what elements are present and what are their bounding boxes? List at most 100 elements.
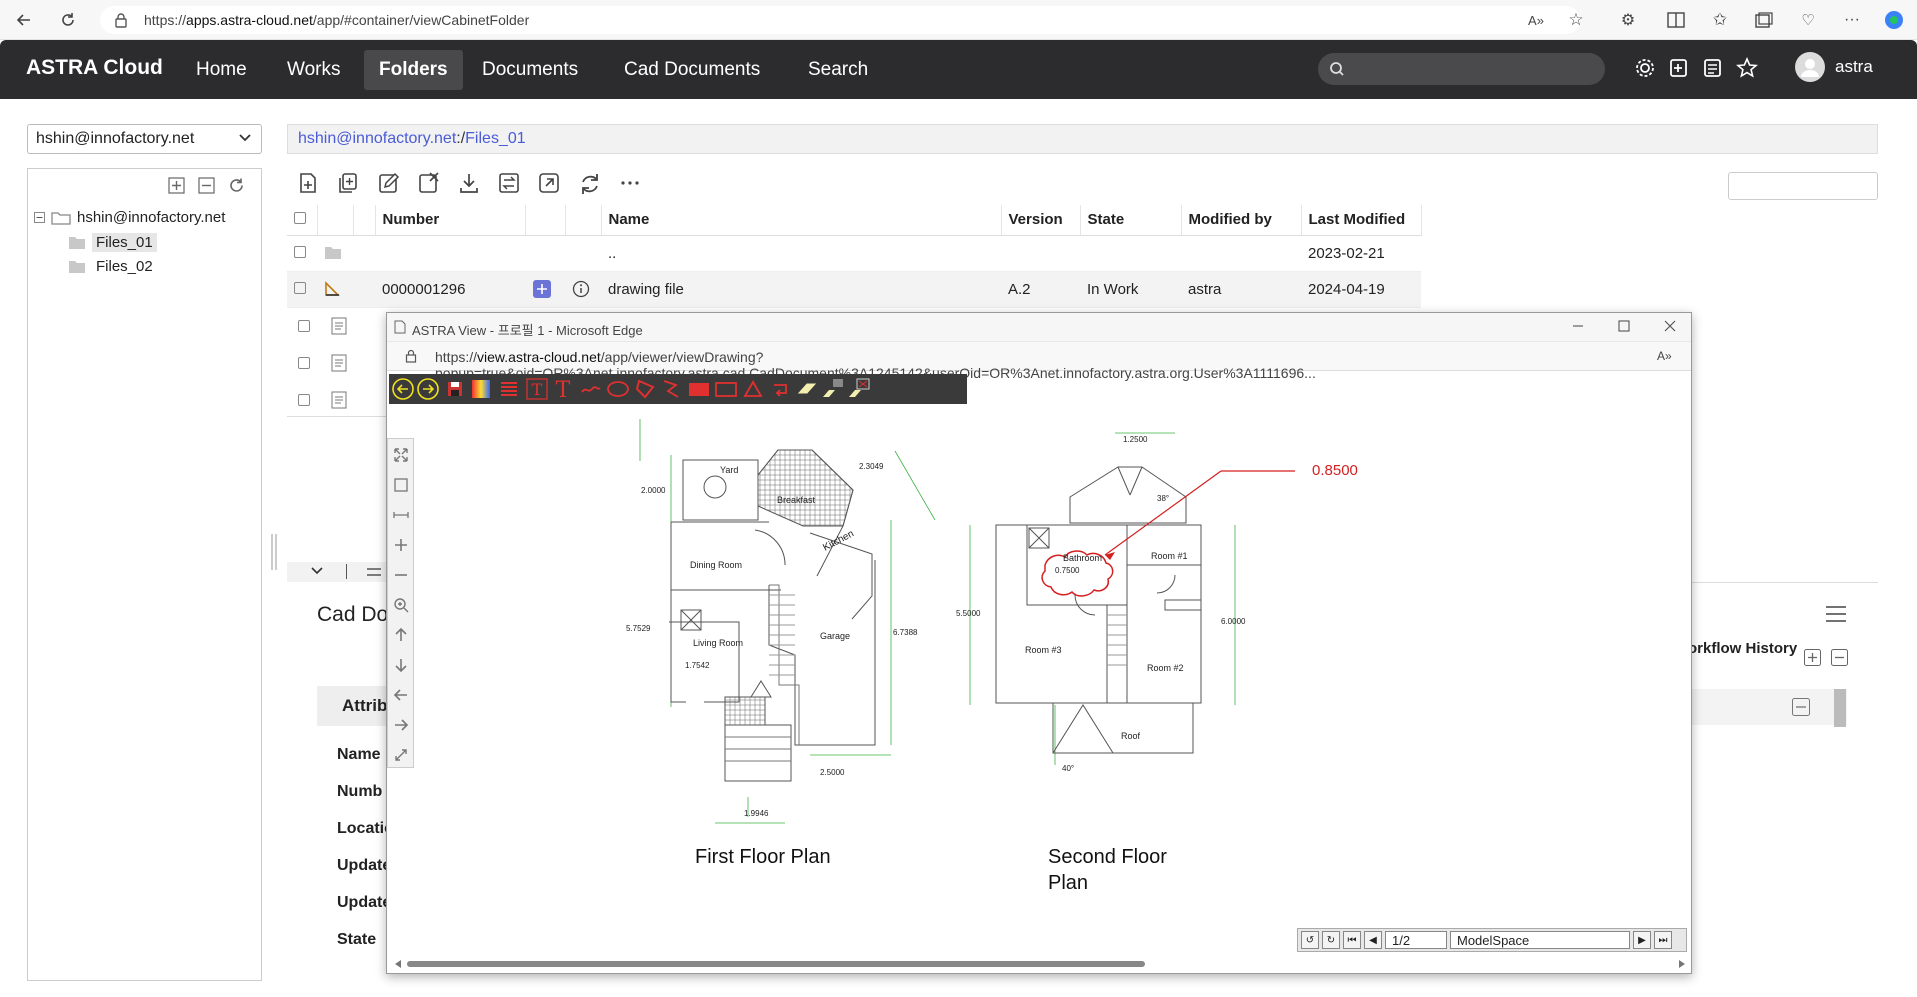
polyline-icon[interactable]	[659, 377, 683, 401]
download-icon[interactable]	[457, 171, 483, 197]
zoom-width-icon[interactable]	[391, 505, 411, 525]
cad-drawing-canvas[interactable]: Yard Breakfast Kitchen Dining Room Livin…	[415, 405, 1685, 952]
filter-input[interactable]	[1728, 172, 1878, 200]
pan-down-icon[interactable]	[391, 655, 411, 675]
fit-extents-icon[interactable]	[391, 445, 411, 465]
redo-arrow-icon[interactable]	[416, 377, 440, 401]
next-page-icon[interactable]: ▶	[1633, 931, 1651, 949]
table-row[interactable]: .. 2023-02-21	[287, 235, 1421, 272]
delete-file-icon[interactable]	[417, 171, 443, 197]
user-menu[interactable]: astra	[1795, 52, 1873, 82]
brand-logo[interactable]: ASTRA Cloud	[26, 56, 163, 80]
collapse-row-icon[interactable]	[1792, 698, 1810, 716]
popup-address-bar[interactable]: https://view.astra-cloud.net/app/viewer/…	[387, 341, 1691, 381]
address-bar[interactable]: https://apps.astra-cloud.net/app/#contai…	[100, 6, 1580, 34]
split-screen-icon[interactable]	[1664, 8, 1688, 32]
row-checkbox[interactable]	[298, 357, 310, 369]
zoom-window-icon[interactable]	[391, 475, 411, 495]
refresh-icon[interactable]	[56, 8, 80, 32]
nav-cad-documents[interactable]: Cad Documents	[609, 50, 775, 90]
first-page-icon[interactable]: ⏮	[1343, 931, 1361, 949]
breadcrumb-root[interactable]: hshin@innofactory.net	[298, 130, 456, 147]
back-icon[interactable]	[12, 8, 36, 32]
pane-splitter[interactable]	[271, 534, 277, 570]
nav-works[interactable]: Works	[272, 50, 355, 90]
line-weight-icon[interactable]	[497, 377, 521, 401]
row-checkbox[interactable]	[294, 281, 306, 294]
row-checkbox[interactable]	[298, 394, 310, 406]
nav-documents[interactable]: Documents	[467, 50, 593, 90]
info-icon[interactable]	[572, 280, 594, 298]
workflow-history-tab[interactable]: orkflow History	[1688, 640, 1797, 657]
eraser-page-icon[interactable]	[847, 377, 871, 401]
viewer-badge-icon[interactable]	[532, 279, 558, 299]
last-page-icon[interactable]: ⏭	[1654, 931, 1672, 949]
more-menu-icon[interactable]: ···	[1840, 8, 1864, 32]
extensions-icon[interactable]: ⚙	[1616, 8, 1640, 32]
settings-gear-icon[interactable]	[1634, 57, 1658, 81]
owner-select[interactable]: hshin@innofactory.net	[27, 124, 262, 154]
favorites-icon[interactable]: ✩	[1708, 8, 1732, 32]
text-box-icon[interactable]: T	[525, 377, 549, 401]
attributes-tab[interactable]: Attrib	[317, 686, 397, 726]
undo-arrow-icon[interactable]	[391, 377, 415, 401]
cell-name[interactable]: ..	[601, 235, 1001, 272]
col-name[interactable]: Name	[601, 205, 1002, 236]
row-checkbox[interactable]	[294, 245, 306, 258]
cloud-shape-icon[interactable]	[633, 377, 657, 401]
copilot-icon[interactable]	[1882, 8, 1906, 32]
magnifier-icon[interactable]	[391, 595, 411, 615]
expand-all-icon[interactable]	[168, 177, 185, 194]
rectangle-icon[interactable]	[714, 377, 738, 401]
select-all-checkbox[interactable]	[294, 212, 306, 225]
eraser-all-icon[interactable]	[821, 377, 845, 401]
col-number[interactable]: Number	[375, 205, 526, 236]
maximize-icon[interactable]	[1617, 319, 1631, 333]
new-file-icon[interactable]	[296, 171, 322, 197]
chevron-down-icon[interactable]	[311, 567, 323, 575]
markup-leader-line[interactable]	[1104, 470, 1222, 556]
task-list-icon[interactable]	[1702, 57, 1726, 81]
bookmark-star-icon[interactable]	[1736, 57, 1760, 81]
horizontal-scrollbar[interactable]	[395, 958, 1685, 970]
rotate-left-icon[interactable]: ↺	[1301, 931, 1319, 949]
restore-view-icon[interactable]	[391, 745, 411, 765]
table-row[interactable]: 0000001296 drawing file A.2 In Work astr…	[287, 271, 1421, 308]
close-icon[interactable]	[1663, 319, 1677, 333]
pan-left-icon[interactable]	[391, 685, 411, 705]
save-icon[interactable]	[443, 377, 467, 401]
copy-file-icon[interactable]	[336, 171, 362, 197]
read-aloud-icon[interactable]: A»	[1524, 8, 1548, 32]
remove-icon[interactable]	[1831, 649, 1848, 666]
col-version[interactable]: Version	[1001, 205, 1081, 236]
ellipse-icon[interactable]	[606, 377, 630, 401]
more-actions-icon[interactable]	[618, 171, 644, 197]
row-checkbox[interactable]	[298, 320, 310, 332]
nav-search[interactable]: Search	[793, 50, 883, 90]
move-icon[interactable]	[497, 171, 523, 197]
color-palette-icon[interactable]	[469, 377, 493, 401]
nav-home[interactable]: Home	[181, 50, 262, 90]
leader-arrow-icon[interactable]	[768, 377, 792, 401]
global-search-input[interactable]	[1318, 53, 1605, 85]
add-icon[interactable]	[1804, 649, 1821, 666]
pan-up-icon[interactable]	[391, 625, 411, 645]
panel-scrollbar[interactable]	[1834, 689, 1846, 727]
pan-right-icon[interactable]	[391, 715, 411, 735]
eraser-icon[interactable]	[795, 377, 819, 401]
tree-collapse-icon[interactable]	[34, 212, 45, 223]
open-link-icon[interactable]	[537, 171, 563, 197]
space-select[interactable]: ModelSpace	[1450, 931, 1630, 949]
collapse-all-icon[interactable]	[198, 177, 215, 194]
text-icon[interactable]: T	[551, 377, 575, 401]
minimize-icon[interactable]	[1571, 319, 1585, 333]
breadcrumb-folder[interactable]: Files_01	[465, 130, 525, 147]
triangle-icon[interactable]	[741, 377, 765, 401]
tree-item-files-02[interactable]: Files_02	[68, 257, 157, 276]
edit-icon[interactable]	[377, 171, 403, 197]
prev-page-icon[interactable]: ◀	[1364, 931, 1382, 949]
rotate-right-icon[interactable]: ↻	[1322, 931, 1340, 949]
list-icon[interactable]	[367, 567, 381, 577]
read-aloud-icon[interactable]: A»	[1657, 349, 1672, 363]
filled-rectangle-icon[interactable]	[687, 377, 711, 401]
